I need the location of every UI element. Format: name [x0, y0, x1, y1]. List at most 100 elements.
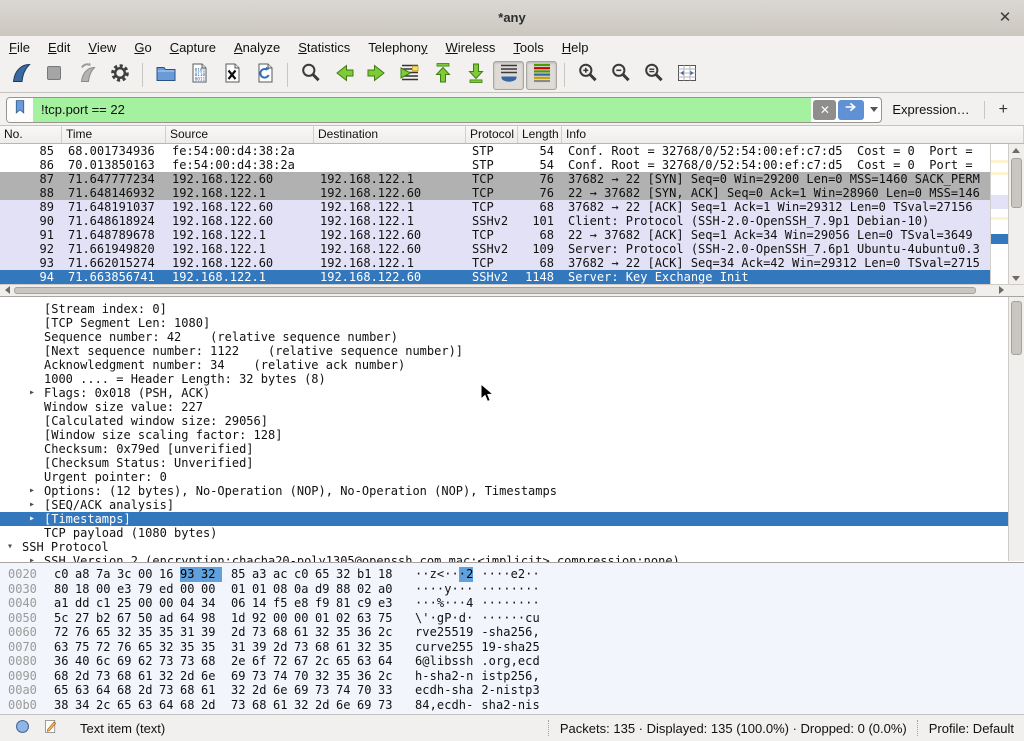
expander-closed-icon[interactable]: ▸ [29, 484, 35, 498]
packet-row-93[interactable]: 9371.662015274192.168.122.60192.168.122.… [0, 256, 990, 270]
column-header-destination[interactable]: Destination [314, 126, 466, 143]
find-packet-button[interactable] [295, 61, 326, 90]
capture-comment-button[interactable] [38, 717, 62, 739]
packet-list-vertical-scrollbar[interactable] [1008, 144, 1024, 284]
detail-line[interactable]: 1000 .... = Header Length: 32 bytes (8) [0, 372, 1024, 386]
expander-closed-icon[interactable]: ▸ [29, 554, 35, 562]
go-to-top-button[interactable] [427, 61, 458, 90]
display-filter-input[interactable] [34, 98, 811, 122]
detail-line[interactable]: ▸[SEQ/ACK analysis] [0, 498, 1024, 512]
packet-list-horizontal-scrollbar[interactable] [0, 284, 1024, 296]
detail-line[interactable]: Sequence number: 42 (relative sequence n… [0, 330, 1024, 344]
menu-statistics[interactable]: Statistics [289, 38, 359, 57]
detail-line[interactable]: [Window size scaling factor: 128] [0, 428, 1024, 442]
expander-closed-icon[interactable]: ▸ [29, 386, 35, 400]
menu-help[interactable]: Help [553, 38, 598, 57]
expression-button[interactable]: Expression… [882, 102, 979, 117]
go-to-bottom-button[interactable] [460, 61, 491, 90]
hex-row-0030[interactable]: 0030801800e379ed00000101080ad98802a0····… [0, 582, 1024, 597]
hex-row-0040[interactable]: 0040a1ddc125000004340614f5e8f981c9e3···%… [0, 596, 1024, 611]
filter-apply-button[interactable] [838, 100, 864, 120]
scroll-up-icon[interactable] [1009, 145, 1023, 155]
detail-line[interactable]: Urgent pointer: 0 [0, 470, 1024, 484]
close-file-button[interactable] [216, 61, 247, 90]
hex-row-00a0[interactable]: 00a0656364682d736861322d6e6973747033ecdh… [0, 683, 1024, 698]
auto-scroll-button[interactable] [493, 61, 524, 90]
hex-row-0080[interactable]: 008036406c69627373682e6f72672c6563646@li… [0, 654, 1024, 669]
packet-row-87[interactable]: 8771.647777234192.168.122.60192.168.122.… [0, 172, 990, 186]
packet-row-88[interactable]: 8871.648146932192.168.122.1192.168.122.6… [0, 186, 990, 200]
reload-file-button[interactable] [249, 61, 280, 90]
start-capture-button[interactable] [5, 61, 36, 90]
go-forward-button[interactable] [361, 61, 392, 90]
expander-closed-icon[interactable]: ▸ [29, 498, 35, 512]
filter-history-dropdown[interactable] [866, 107, 881, 112]
column-header-source[interactable]: Source [166, 126, 314, 143]
scrollbar-thumb[interactable] [14, 287, 976, 294]
scroll-left-icon[interactable] [0, 285, 14, 295]
expander-open-icon[interactable]: ▾ [7, 540, 13, 554]
scrollbar-thumb[interactable] [1011, 301, 1022, 355]
packet-row-94[interactable]: 9471.663856741192.168.122.1192.168.122.6… [0, 270, 990, 284]
hex-row-0070[interactable]: 0070637572766532353531392d7368613235curv… [0, 640, 1024, 655]
hex-row-0020[interactable]: 0020c0a87a3c0016933285a3acc06532b118··z<… [0, 567, 1024, 582]
close-icon[interactable]: ✕ [995, 8, 1015, 28]
hex-row-0050[interactable]: 00505c27b26750ad64981d92000001026375\'·g… [0, 611, 1024, 626]
detail-line[interactable]: [Calculated window size: 29056] [0, 414, 1024, 428]
detail-line[interactable]: [Stream index: 0] [0, 302, 1024, 316]
add-filter-button[interactable]: + [989, 101, 1018, 119]
zoom-100-button[interactable] [638, 61, 669, 90]
title-bar[interactable]: *any ✕ [0, 0, 1024, 37]
packet-row-86[interactable]: 8670.013850163fe:54:00:d4:38:2aSTP54Conf… [0, 158, 990, 172]
colorize-button[interactable] [526, 61, 557, 90]
detail-line[interactable]: Acknowledgment number: 34 (relative ack … [0, 358, 1024, 372]
restart-capture-button[interactable] [71, 61, 102, 90]
detail-line[interactable]: Checksum: 0x79ed [unverified] [0, 442, 1024, 456]
column-header-time[interactable]: Time [62, 126, 166, 143]
profile-label[interactable]: Profile: Default [929, 721, 1014, 736]
zoom-out-button[interactable] [605, 61, 636, 90]
go-back-button[interactable] [328, 61, 359, 90]
detail-line[interactable]: [Checksum Status: Unverified] [0, 456, 1024, 470]
detail-line[interactable]: TCP payload (1080 bytes) [0, 526, 1024, 540]
packet-row-89[interactable]: 8971.648191037192.168.122.60192.168.122.… [0, 200, 990, 214]
detail-line[interactable]: ▸SSH Version 2 (encryption:chacha20-poly… [0, 554, 1024, 562]
details-vertical-scrollbar[interactable] [1008, 297, 1024, 561]
packet-row-92[interactable]: 9271.661949820192.168.122.1192.168.122.6… [0, 242, 990, 256]
menu-tools[interactable]: Tools [504, 38, 552, 57]
detail-line[interactable]: ▸Options: (12 bytes), No-Operation (NOP)… [0, 484, 1024, 498]
hex-row-0090[interactable]: 0090682d736861322d6e697374703235362ch-sh… [0, 669, 1024, 684]
column-header-no[interactable]: No. [0, 126, 62, 143]
stop-capture-button[interactable] [38, 61, 69, 90]
detail-line[interactable]: [TCP Segment Len: 1080] [0, 316, 1024, 330]
filter-clear-button[interactable]: ✕ [813, 100, 836, 120]
hex-row-00b0[interactable]: 00b038342c656364682d736861322d6e697384,e… [0, 698, 1024, 713]
expander-closed-icon[interactable]: ▸ [29, 512, 35, 526]
scroll-down-icon[interactable] [1009, 273, 1023, 283]
menu-capture[interactable]: Capture [161, 38, 225, 57]
column-header-length[interactable]: Length [518, 126, 562, 143]
menu-edit[interactable]: Edit [39, 38, 79, 57]
scrollbar-thumb[interactable] [1011, 158, 1022, 208]
expert-info-button[interactable] [10, 717, 34, 739]
menu-file[interactable]: File [0, 38, 39, 57]
detail-line[interactable]: Window size value: 227 [0, 400, 1024, 414]
zoom-in-button[interactable] [572, 61, 603, 90]
detail-line[interactable]: ▸[Timestamps] [0, 512, 1024, 526]
packet-row-91[interactable]: 9171.648789678192.168.122.1192.168.122.6… [0, 228, 990, 242]
packet-list-minimap[interactable] [990, 144, 1008, 284]
detail-line[interactable]: [Next sequence number: 1122 (relative se… [0, 344, 1024, 358]
packet-row-90[interactable]: 9071.648618924192.168.122.60192.168.122.… [0, 214, 990, 228]
open-file-button[interactable] [150, 61, 181, 90]
column-header-info[interactable]: Info [562, 126, 1024, 143]
menu-analyze[interactable]: Analyze [225, 38, 289, 57]
column-header-protocol[interactable]: Protocol [466, 126, 518, 143]
capture-options-button[interactable] [104, 61, 135, 90]
menu-wireless[interactable]: Wireless [437, 38, 505, 57]
go-to-packet-button[interactable] [394, 61, 425, 90]
menu-view[interactable]: View [79, 38, 125, 57]
menu-go[interactable]: Go [125, 38, 160, 57]
resize-columns-button[interactable] [671, 61, 702, 90]
hex-row-0060[interactable]: 006072766532353531392d7368613235362crve2… [0, 625, 1024, 640]
packet-row-85[interactable]: 8568.001734936fe:54:00:d4:38:2aSTP54Conf… [0, 144, 990, 158]
